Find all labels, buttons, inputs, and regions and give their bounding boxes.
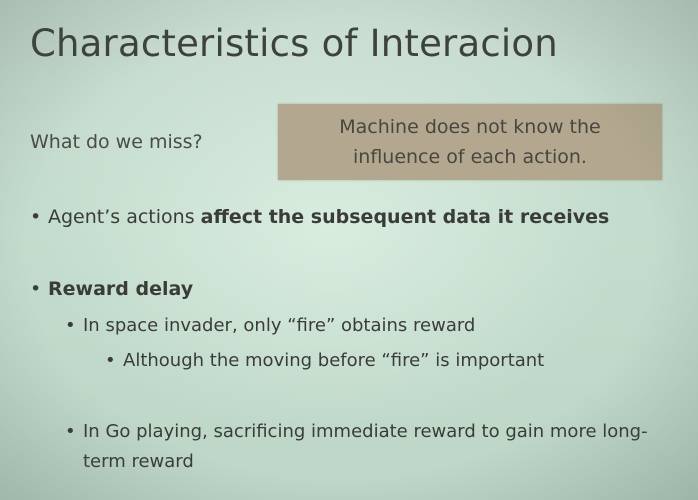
bullet-go-playing: • In Go playing, sacrificing immediate r… (65, 417, 665, 477)
callout-line-1: Machine does not know the (339, 116, 601, 138)
slide: Characteristics of Interacion What do we… (0, 0, 698, 500)
bullet-reward-delay: • Reward delay (30, 274, 670, 304)
bullet-agent-actions: • Agent’s actions affect the subsequent … (30, 202, 670, 232)
bullet-text: Agent’s actions affect the subsequent da… (30, 202, 670, 232)
bullet-text-plain: Agent’s actions (48, 206, 201, 228)
bullet-marker: • (30, 206, 42, 228)
bullet-marker: • (65, 315, 76, 336)
bullet-marker: • (30, 278, 42, 300)
slide-title: Characteristics of Interacion (30, 22, 558, 65)
bullet-moving-before-fire: • Although the moving before “fire” is i… (105, 346, 665, 376)
bullet-marker: • (65, 421, 76, 442)
bullet-marker: • (105, 350, 116, 371)
bullet-text-bold: Reward delay (48, 278, 194, 300)
bullet-text: In Go playing, sacrificing immediate rew… (83, 421, 648, 472)
bullet-space-invader: • In space invader, only “fire” obtains … (65, 311, 665, 341)
callout-box: Machine does not know the influence of e… (278, 104, 662, 180)
bullet-text: Although the moving before “fire” is imp… (123, 350, 545, 371)
callout-line-2: influence of each action. (353, 146, 587, 168)
bullet-text: In space invader, only “fire” obtains re… (83, 315, 476, 336)
question-text: What do we miss? (30, 131, 203, 153)
bullet-text-bold: affect the subsequent data it receives (200, 206, 610, 228)
